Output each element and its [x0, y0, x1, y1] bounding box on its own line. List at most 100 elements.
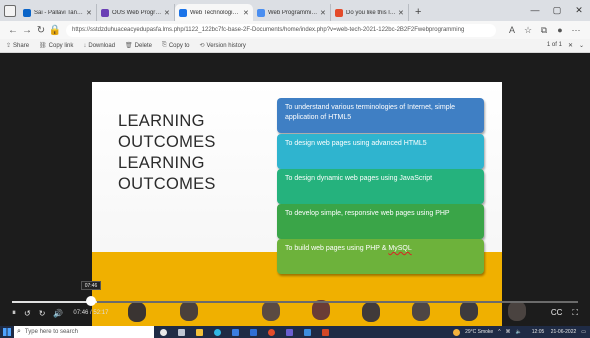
- fullscreen-button[interactable]: ⛶: [572, 308, 578, 318]
- progress-fill: [12, 301, 97, 303]
- collections-icon[interactable]: ⧉: [536, 25, 552, 36]
- browser-tab[interactable]: OUS Web Programming (PHP) ✕: [97, 4, 175, 21]
- tab-favicon-icon: [257, 8, 265, 17]
- forward-button[interactable]: ↻: [39, 309, 46, 318]
- slide-heading-line: OUTCOMES: [118, 175, 216, 193]
- tab-title: Sai - Pallavi Tandel - Outlook: [34, 9, 84, 16]
- outcome-box-3: To design dynamic web pages using JavaSc…: [277, 169, 484, 204]
- search-icon: ⌕: [17, 328, 21, 335]
- taskbar-search[interactable]: ⌕ Type here to search: [14, 326, 154, 338]
- browser-tab[interactable]: Do you like this link? ✕: [331, 4, 409, 21]
- network-icon[interactable]: ⌘: [506, 329, 511, 335]
- powerpoint-icon[interactable]: [316, 326, 334, 338]
- task-view-icon[interactable]: [172, 326, 190, 338]
- more-menu-icon[interactable]: ⋯: [568, 25, 584, 36]
- total-time: 52:17: [93, 310, 109, 316]
- tab-close-icon[interactable]: ✕: [320, 9, 326, 17]
- copy-to-button[interactable]: ⎘ Copy to: [162, 42, 190, 49]
- close-viewer-button[interactable]: ✕: [568, 42, 573, 49]
- file-toolbar: ⇪ Share ⛓ Copy link ↓ Download 🗑 Delete ⎘ Cop…: [0, 39, 590, 53]
- tab-close-icon[interactable]: ✕: [398, 9, 404, 17]
- browser-tab[interactable]: Web Programming - English ✕: [253, 4, 331, 21]
- copy-icon: ⎘: [162, 42, 167, 48]
- tab-close-icon[interactable]: ✕: [243, 9, 249, 17]
- download-button[interactable]: ↓ Download: [83, 43, 115, 49]
- system-tray: 29°C Smoke ^ ⌘ 🔈 12:05 21-06-2022 ▭: [453, 328, 590, 336]
- progress-bar[interactable]: [12, 301, 578, 303]
- expand-chevron-icon[interactable]: ⌄: [579, 42, 584, 49]
- lock-icon: 🔒: [48, 24, 62, 36]
- windows-taskbar: ⌕ Type here to search 29°C Smoke ^ ⌘ 🔈 12…: [0, 326, 590, 338]
- captions-button[interactable]: CC: [551, 308, 563, 318]
- tab-title: OUS Web Programming (PHP): [112, 9, 162, 16]
- edge-browser-icon[interactable]: [208, 326, 226, 338]
- weather-text[interactable]: 29°C Smoke: [465, 329, 493, 335]
- pause-button[interactable]: ⏸: [12, 308, 16, 318]
- address-bar: ← → ↻ 🔒 https://sstdzduhuaceacyedupasfa.…: [0, 21, 590, 39]
- clock[interactable]: 12:05 21-06-2022: [527, 329, 576, 335]
- volume-icon[interactable]: 🔊: [53, 309, 63, 318]
- photos-icon[interactable]: [298, 326, 316, 338]
- slide-heading-line: LEARNING: [118, 112, 205, 130]
- version-history-button[interactable]: ⟲ Version history: [199, 42, 246, 50]
- windows-logo-icon: [3, 328, 11, 336]
- presentation-slide: LEARNING OUTCOMES LEARNING OUTCOMES To u…: [92, 82, 502, 326]
- url-field[interactable]: https://sstdzduhuaceacyedupasfa.lms.php/…: [66, 23, 496, 37]
- share-button[interactable]: ⇪ Share: [6, 42, 30, 50]
- tab-close-icon[interactable]: ✕: [164, 9, 170, 17]
- slide-heading-line: OUTCOMES: [118, 133, 216, 151]
- player-controls: ⏸ ↺ ↻ 🔊 07:46 / 52:17 CC ⛶: [12, 306, 578, 320]
- forward-arrow-icon[interactable]: →: [20, 25, 34, 36]
- copy-link-label: Copy link: [48, 42, 74, 49]
- rewind-button[interactable]: ↺: [24, 309, 31, 318]
- tab-favicon-icon: [23, 8, 31, 17]
- profile-icon[interactable]: ●: [552, 25, 568, 35]
- tab-favicon-icon: [335, 8, 343, 17]
- outcome-box-1: To understand various terminologies of I…: [277, 98, 484, 133]
- delete-button[interactable]: 🗑 Delete: [125, 42, 152, 50]
- window-menu-icon[interactable]: [4, 5, 16, 17]
- volume-tray-icon[interactable]: 🔈: [516, 329, 522, 335]
- browser-tab-active[interactable]: Web Technologies.mp4 ✕: [175, 4, 253, 21]
- minimize-button[interactable]: —: [524, 0, 546, 21]
- link-icon: ⛓: [39, 43, 47, 49]
- browser-tab[interactable]: Sai - Pallavi Tandel - Outlook ✕: [19, 4, 97, 21]
- version-history-label: Version history: [206, 42, 246, 49]
- page-counter: 1 of 1: [546, 42, 562, 48]
- tab-title: Web Programming - English: [268, 9, 318, 16]
- favorite-star-icon[interactable]: ☆: [520, 25, 536, 36]
- tab-title: Do you like this link?: [346, 9, 396, 16]
- outcome-box-4: To develop simple, responsive web pages …: [277, 204, 484, 239]
- outcome-box-5: To build web pages using PHP & MySQL: [277, 239, 484, 274]
- history-icon: ⟲: [199, 43, 205, 49]
- slide-heading-line: LEARNING: [118, 154, 205, 172]
- refresh-icon[interactable]: ↻: [34, 25, 48, 36]
- new-tab-button[interactable]: +: [415, 6, 421, 18]
- copy-link-button[interactable]: ⛓ Copy link: [39, 42, 74, 50]
- search-placeholder: Type here to search: [24, 329, 78, 335]
- download-label: Download: [88, 42, 116, 49]
- progress-scrubber-handle[interactable]: [86, 296, 96, 306]
- store-icon[interactable]: [226, 326, 244, 338]
- share-icon: ⇪: [6, 43, 12, 49]
- outcome-box-2: To design web pages using advanced HTML5: [277, 134, 484, 169]
- read-aloud-icon[interactable]: A: [504, 25, 520, 35]
- notifications-icon[interactable]: ▭: [581, 329, 586, 335]
- file-explorer-icon[interactable]: [190, 326, 208, 338]
- tab-bar: Sai - Pallavi Tandel - Outlook ✕ OUS Web…: [0, 0, 590, 21]
- teams-icon[interactable]: [280, 326, 298, 338]
- chrome-icon[interactable]: [262, 326, 280, 338]
- mail-icon[interactable]: [244, 326, 262, 338]
- close-window-button[interactable]: ✕: [568, 0, 590, 21]
- tab-favicon-icon: [101, 8, 109, 17]
- tab-close-icon[interactable]: ✕: [86, 9, 92, 17]
- back-arrow-icon[interactable]: ←: [6, 25, 20, 36]
- cortana-icon[interactable]: [154, 326, 172, 338]
- tab-favicon-icon: [179, 8, 187, 17]
- spellcheck-word: MySQL: [388, 245, 412, 252]
- start-button[interactable]: [0, 326, 14, 338]
- maximize-button[interactable]: ▢: [546, 0, 568, 21]
- share-label: Share: [13, 42, 30, 49]
- tab-title: Web Technologies.mp4: [190, 9, 241, 16]
- tray-chevron-icon[interactable]: ^: [498, 329, 500, 335]
